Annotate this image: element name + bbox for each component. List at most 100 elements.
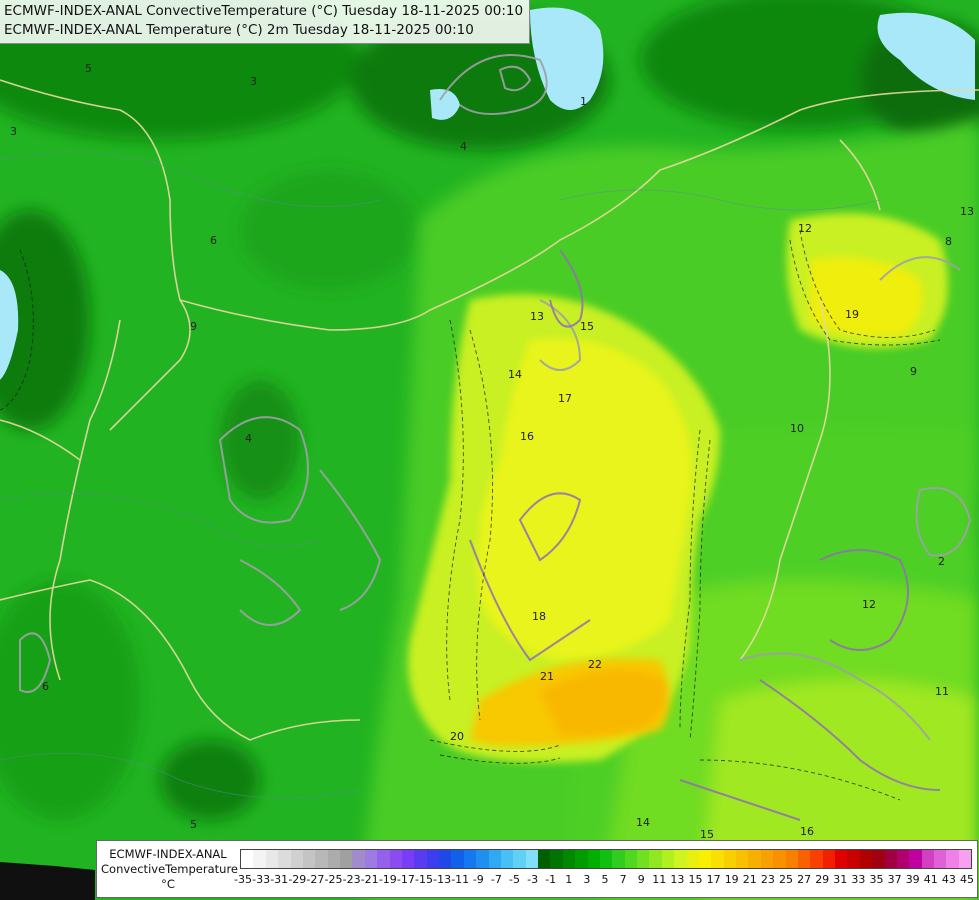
legend-tick-label: 3 [583, 873, 591, 886]
map-label: 11 [935, 685, 949, 698]
map-label: 9 [910, 365, 917, 378]
legend-tick-label: 25 [779, 873, 793, 886]
legend-swatch [315, 850, 328, 868]
legend-swatch [587, 850, 600, 868]
map-label: 14 [508, 368, 522, 381]
legend-swatch [364, 850, 378, 868]
map-label: 4 [460, 140, 467, 153]
map-label: 15 [580, 320, 594, 333]
legend-swatch [958, 850, 972, 868]
legend-swatch [698, 850, 712, 868]
map-label: 10 [790, 422, 804, 435]
legend-swatch [637, 850, 650, 868]
legend-swatch [389, 850, 402, 868]
legend-tick-label: -15 [415, 873, 433, 886]
map-label: 22 [588, 658, 602, 671]
legend-swatch [835, 850, 848, 868]
legend-tick-label: 33 [851, 873, 866, 886]
legend-swatch [414, 850, 427, 868]
legend-swatch [562, 850, 576, 868]
legend-swatch [612, 850, 625, 868]
legend-swatch [797, 850, 811, 868]
map-label: 21 [540, 670, 554, 683]
legend-swatch [550, 850, 563, 868]
legend-swatch [921, 850, 934, 868]
legend-swatch [773, 850, 786, 868]
legend-tick-label: -21 [360, 873, 379, 886]
legend-tick-label: 37 [887, 873, 902, 886]
legend-swatch [723, 850, 736, 868]
legend-ticks: -35 -33 -31 -29 -27 -25 -23 -21 -19 -17 -15 -13 -11-… [234, 873, 974, 889]
legend-tick-label: -33 [252, 873, 271, 886]
legend-swatch [302, 850, 316, 868]
legend-swatch [377, 850, 390, 868]
legend-tick-label: 21 [742, 873, 757, 886]
map-label: 18 [532, 610, 546, 623]
legend-swatch [674, 850, 687, 868]
legend-tick-label: 5 [601, 873, 609, 886]
legend-tick-label: 35 [869, 873, 884, 886]
legend-swatch [500, 850, 514, 868]
legend-tick-label: 31 [833, 873, 848, 886]
legend-swatch [451, 850, 464, 868]
legend-swatch [290, 850, 303, 868]
map-label: 3 [10, 125, 17, 138]
legend-swatch [822, 850, 835, 868]
legend-tick-label: 41 [923, 873, 938, 886]
legend-swatch [241, 850, 254, 868]
map-label: 6 [42, 680, 49, 693]
map-label: 12 [862, 598, 876, 611]
map-label: 2 [938, 555, 945, 568]
legend-label-line: ConvectiveTemperature [101, 862, 238, 876]
legend-tick-label: -23 [342, 873, 361, 886]
legend-tick-label: -11 [451, 873, 470, 886]
legend-label-line: ECMWF-INDEX-ANAL [109, 847, 227, 861]
legend-swatch [426, 850, 439, 868]
map-label: 3 [250, 75, 257, 88]
legend-swatch [401, 850, 415, 868]
map-label: 13 [960, 205, 974, 218]
legend-tick-label: -5 [509, 873, 520, 886]
map-label: 8 [945, 235, 952, 248]
map-label: 9 [190, 320, 197, 333]
legend-tick-label: -27 [306, 873, 325, 886]
legend-swatch [946, 850, 959, 868]
legend-tick-label: -7 [490, 873, 502, 886]
legend-swatch [476, 850, 489, 868]
legend-swatch [760, 850, 774, 868]
legend-tick-label: 17 [706, 873, 721, 886]
legend-swatch [711, 850, 724, 868]
legend-tick-label: -3 [527, 873, 539, 886]
map-title: ECMWF-INDEX-ANAL ConvectiveTemperature (… [0, 0, 531, 44]
legend-swatch [649, 850, 662, 868]
legend-swatch [599, 850, 613, 868]
legend-tick-label: 13 [670, 873, 685, 886]
legend-swatch [736, 850, 749, 868]
legend-tick-label: -19 [378, 873, 397, 886]
legend-swatch [686, 850, 699, 868]
legend-swatch [934, 850, 947, 868]
legend-swatch [488, 850, 501, 868]
legend-swatch [463, 850, 477, 868]
legend-swatch [253, 850, 266, 868]
map-label: 20 [450, 730, 464, 743]
legend-tick-label: -31 [270, 873, 289, 886]
legend-tick-label: -13 [433, 873, 452, 886]
legend-swatch [525, 850, 538, 868]
legend-swatch [847, 850, 860, 868]
map-label: 6 [210, 234, 217, 247]
legend-swatch [538, 850, 551, 868]
legend-swatch [352, 850, 365, 868]
legend-tick-label: -35 [234, 873, 252, 886]
legend-swatch [265, 850, 279, 868]
legend-tick-label: -1 [545, 873, 557, 886]
legend-swatch [278, 850, 291, 868]
legend-tick-label: 43 [941, 873, 956, 886]
legend-swatch [439, 850, 452, 868]
map-label: 14 [636, 816, 650, 829]
legend-tick-label: 1 [565, 873, 573, 886]
legend-color-bar [240, 849, 972, 869]
map-label: 4 [245, 432, 252, 445]
legend-swatch [575, 850, 588, 868]
map-label: 13 [530, 310, 544, 323]
